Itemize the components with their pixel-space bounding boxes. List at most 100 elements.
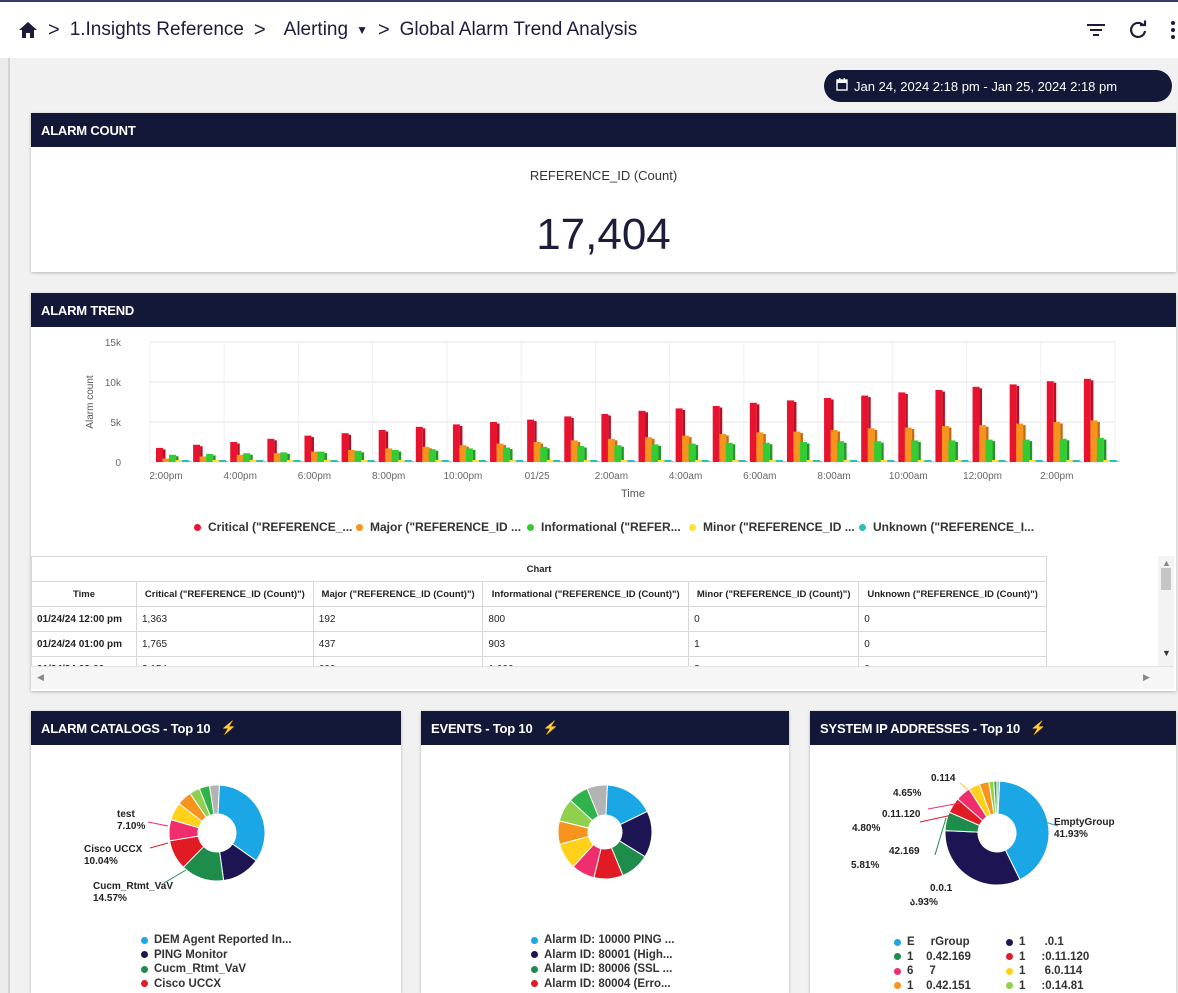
scroll-right-icon[interactable]: ▶	[1143, 672, 1150, 683]
legend-item-critical[interactable]: Critical ("REFERENCE_...	[194, 520, 352, 534]
legend-item[interactable]: 1 0.42.151	[894, 979, 1014, 993]
column-header[interactable]: Critical ("REFERENCE_ID (Count)")	[136, 581, 314, 607]
legend-item[interactable]: Alarm ID: 10000 PING ...	[531, 933, 674, 948]
bar-minor	[806, 460, 814, 462]
more-vertical-icon[interactable]	[1170, 20, 1178, 40]
bar-critical	[712, 406, 720, 462]
legend-label: 1 0.42.169	[907, 950, 971, 963]
column-header[interactable]: Minor ("REFERENCE_ID (Count)")	[688, 581, 860, 607]
table-row: 01/24/24 02:00 pm 2,154 690 1,006 3 0	[31, 656, 1047, 666]
legend-item-major[interactable]: Major ("REFERENCE_ID ...	[356, 520, 521, 534]
bar-unknown	[590, 460, 598, 462]
table-cell: 2,154	[136, 656, 314, 666]
column-header[interactable]: Time	[31, 581, 137, 607]
table-cell: 0	[858, 606, 1047, 632]
bar-major	[1090, 420, 1098, 462]
bar-unknown	[219, 460, 227, 462]
legend-dot	[141, 951, 148, 959]
bar-informational	[503, 447, 511, 462]
legend-item[interactable]: 1 .0.1	[1006, 935, 1116, 950]
filter-icon[interactable]	[1086, 22, 1106, 38]
legend-item[interactable]: Cucm_Rtmt_VaV	[141, 962, 292, 977]
column-header[interactable]: Unknown ("REFERENCE_ID (Count)")	[858, 581, 1047, 607]
lightning-icon[interactable]: ⚡	[220, 720, 236, 736]
bar-informational	[799, 442, 807, 462]
bar-side	[955, 441, 958, 462]
legend-item[interactable]: 1 0.42.169	[894, 950, 1014, 965]
scroll-up-icon[interactable]: ▲	[1162, 558, 1171, 568]
legend-label: Alarm ID: 80004 (Erro...	[544, 977, 671, 990]
scroll-down-icon[interactable]: ▼	[1162, 648, 1171, 658]
legend-item[interactable]: Alarm ID: 80006 (SSL ...	[531, 962, 674, 977]
table-row: 01/24/24 01:00 pm 1,765 437 903 1 0	[31, 631, 1047, 657]
bar-informational	[948, 440, 956, 462]
legend-label: 1 0.42.151	[907, 979, 971, 992]
legend-item[interactable]: 1 6.0.114	[1006, 964, 1116, 979]
legend-item[interactable]: 1 :0.14.81	[1006, 979, 1116, 993]
legend-label: Alarm ID: 80001 (High...	[544, 948, 673, 961]
caret-down-icon[interactable]: ▼	[356, 23, 368, 37]
bar-side	[547, 448, 550, 462]
callout-pct: 41.93%	[1054, 829, 1088, 840]
legend-item[interactable]: Alarm ID: 80004 (Erro...	[531, 977, 674, 992]
breadcrumb-item-insights-reference[interactable]: 1.Insights Reference	[70, 19, 244, 41]
scrollbar-thumb[interactable]	[1161, 568, 1171, 590]
legend-label: Cisco UCCX	[154, 977, 222, 990]
data-table-viewport[interactable]: Chart Time Critical ("REFERENCE_ID (Coun…	[31, 556, 1135, 666]
bar-major	[904, 427, 912, 462]
scroll-left-icon[interactable]: ◀	[37, 672, 44, 683]
legend-item-minor[interactable]: Minor ("REFERENCE_ID ...	[689, 520, 855, 534]
legend-dot	[527, 523, 534, 531]
legend-item[interactable]: Alarm ID: 80001 (High...	[531, 948, 674, 963]
legend-item[interactable]: DEM Agent Reported In...	[141, 933, 292, 948]
bar-critical	[601, 414, 609, 462]
table-horizontal-scrollbar[interactable]: ◀ ▶	[31, 666, 1174, 689]
bar-critical	[1046, 381, 1054, 462]
bar-critical	[415, 426, 423, 462]
bar-critical	[193, 444, 201, 462]
lightning-icon[interactable]: ⚡	[1030, 720, 1046, 736]
callout-pct: 14.57%	[93, 893, 127, 904]
bar-unknown	[887, 460, 895, 462]
table-vertical-scrollbar[interactable]: ▲ ▼	[1158, 556, 1174, 666]
legend-item[interactable]: Cisco UCCX	[141, 977, 292, 992]
bar-major	[645, 437, 652, 462]
data-table: Chart Time Critical ("REFERENCE_ID (Coun…	[31, 556, 1047, 666]
home-icon[interactable]	[18, 21, 38, 39]
legend-dot	[141, 965, 148, 973]
bar-major	[310, 451, 318, 462]
refresh-icon[interactable]	[1128, 20, 1148, 40]
legend-item[interactable]: 1 :0.11.120	[1006, 950, 1116, 965]
breadcrumb-item-alerting[interactable]: Alerting	[284, 19, 348, 41]
legend-item-informational[interactable]: Informational ("REFER...	[527, 520, 681, 534]
column-header[interactable]: Major ("REFERENCE_ID (Count)")	[312, 581, 484, 607]
bar-critical	[786, 400, 794, 462]
legend-item-unknown[interactable]: Unknown ("REFERENCE_I...	[859, 520, 1034, 534]
bar-major	[199, 456, 207, 462]
table-cell: 01/24/24 12:00 pm	[31, 606, 137, 632]
legend-label: Minor ("REFERENCE_ID ...	[703, 520, 855, 534]
column-header[interactable]: Informational ("REFERENCE_ID (Count)")	[482, 581, 690, 607]
callout-name: Cucm_Rtmt_VaV	[93, 881, 174, 892]
bar-informational	[354, 450, 362, 462]
bar-informational	[651, 444, 659, 462]
lightning-icon[interactable]: ⚡	[543, 720, 559, 736]
bar-side	[695, 445, 699, 462]
bar-major	[496, 443, 504, 462]
legend-item[interactable]: 6 7	[894, 964, 1014, 979]
bar-minor	[880, 460, 888, 462]
bar-unknown	[256, 460, 264, 462]
date-range-picker[interactable]: Jan 24, 2024 2:18 pm - Jan 25, 2024 2:18…	[824, 70, 1172, 102]
bar-critical	[1009, 384, 1017, 462]
table-cell: 3	[688, 656, 860, 666]
callout-label: 42.169	[889, 846, 920, 857]
callout-label: test 7.10%	[117, 809, 145, 833]
bar-unknown	[738, 460, 746, 462]
table-row: 01/24/24 12:00 pm 1,363 192 800 0 0	[31, 606, 1047, 632]
pie-slice	[217, 784, 266, 862]
table-cell: 800	[482, 606, 690, 632]
table-cell: 0	[858, 631, 1047, 657]
bar-minor	[917, 460, 925, 462]
legend-item[interactable]: PING Monitor	[141, 948, 292, 963]
legend-item[interactable]: E rGroup	[894, 935, 1014, 950]
